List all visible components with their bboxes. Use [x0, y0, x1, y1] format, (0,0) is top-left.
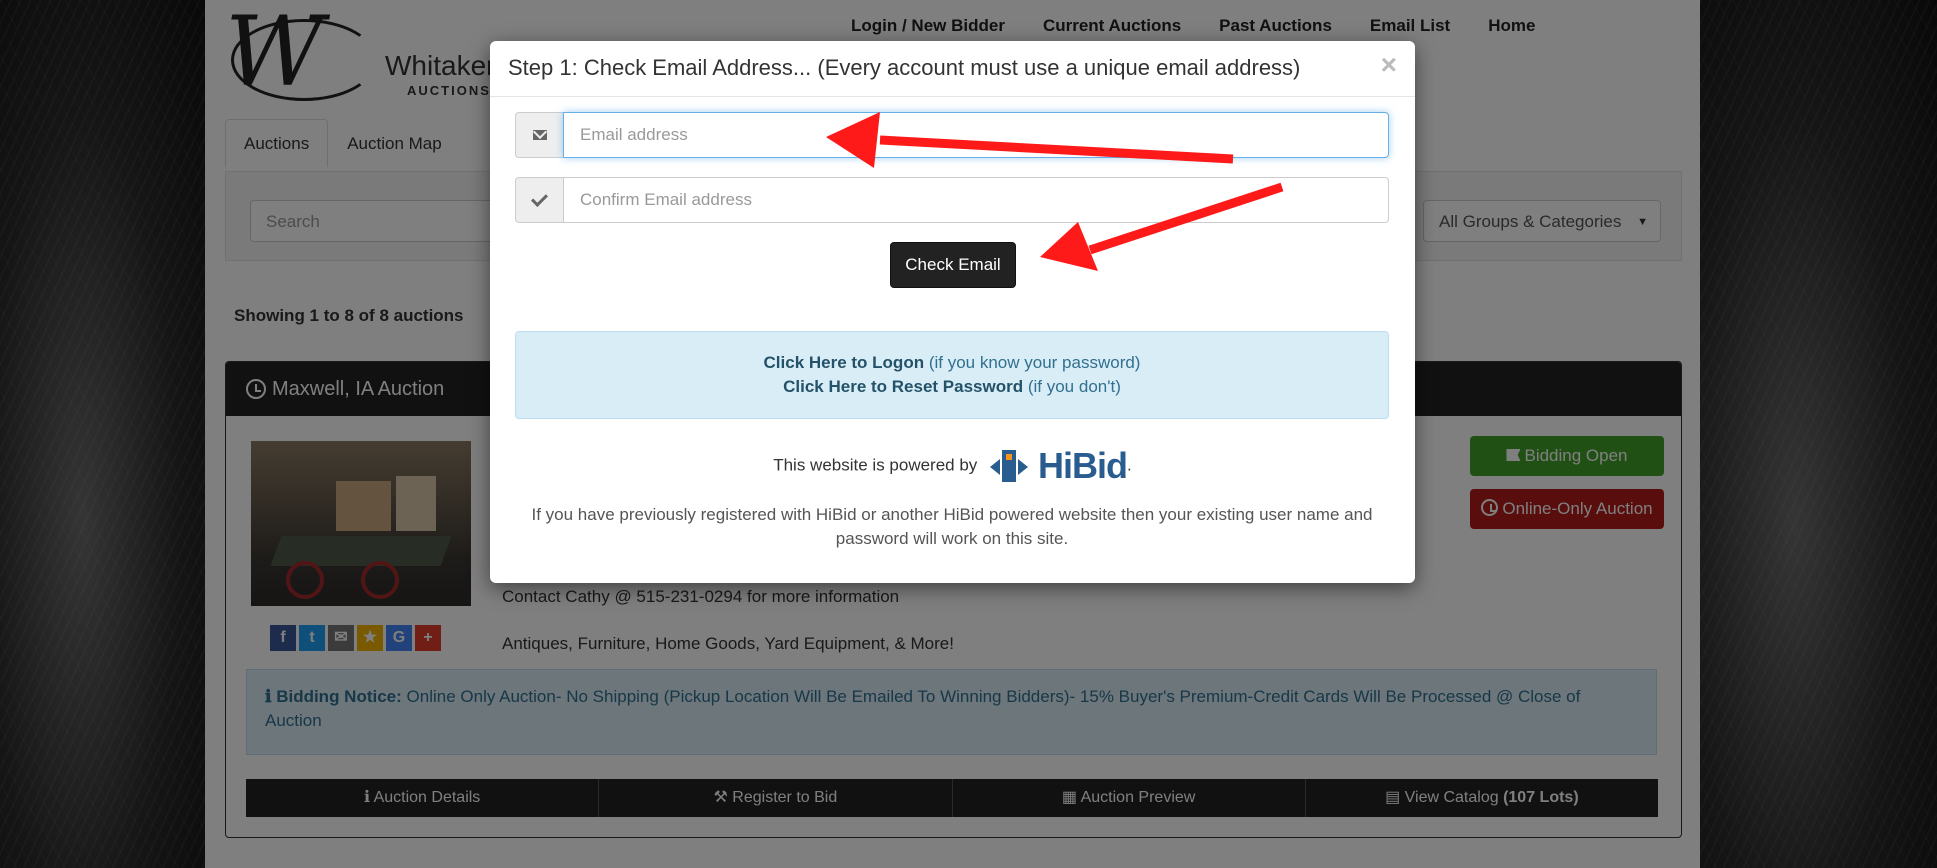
- email-input-group: [515, 112, 1389, 158]
- check-icon: [515, 177, 563, 223]
- email-field[interactable]: [563, 112, 1389, 158]
- registration-note: If you have previously registered with H…: [531, 505, 1373, 548]
- login-help-box: Click Here to Logon (if you know your pa…: [515, 331, 1389, 419]
- hibid-logo[interactable]: HiBid: [1038, 445, 1128, 487]
- reset-password-link[interactable]: Click Here to Reset Password: [783, 377, 1023, 396]
- logon-link[interactable]: Click Here to Logon: [764, 353, 925, 372]
- confirm-email-field[interactable]: [563, 177, 1389, 223]
- powered-text: This website is powered by: [773, 455, 978, 475]
- modal-header: Step 1: Check Email Address... (Every ac…: [490, 41, 1415, 97]
- check-email-button[interactable]: Check Email: [890, 242, 1016, 288]
- check-email-modal: Step 1: Check Email Address... (Every ac…: [490, 41, 1415, 583]
- confirm-email-input-group: [515, 177, 1389, 223]
- modal-title: Step 1: Check Email Address... (Every ac…: [508, 55, 1301, 80]
- hibid-logo-icon: [990, 450, 1030, 482]
- hibid-dot: .: [1127, 455, 1132, 475]
- envelope-icon: [515, 112, 563, 158]
- close-icon[interactable]: ×: [1381, 49, 1397, 81]
- powered-by: This website is powered by HiBid.: [490, 445, 1415, 487]
- logon-hint: (if you know your password): [928, 353, 1141, 372]
- reset-hint: (if you don't): [1027, 377, 1121, 396]
